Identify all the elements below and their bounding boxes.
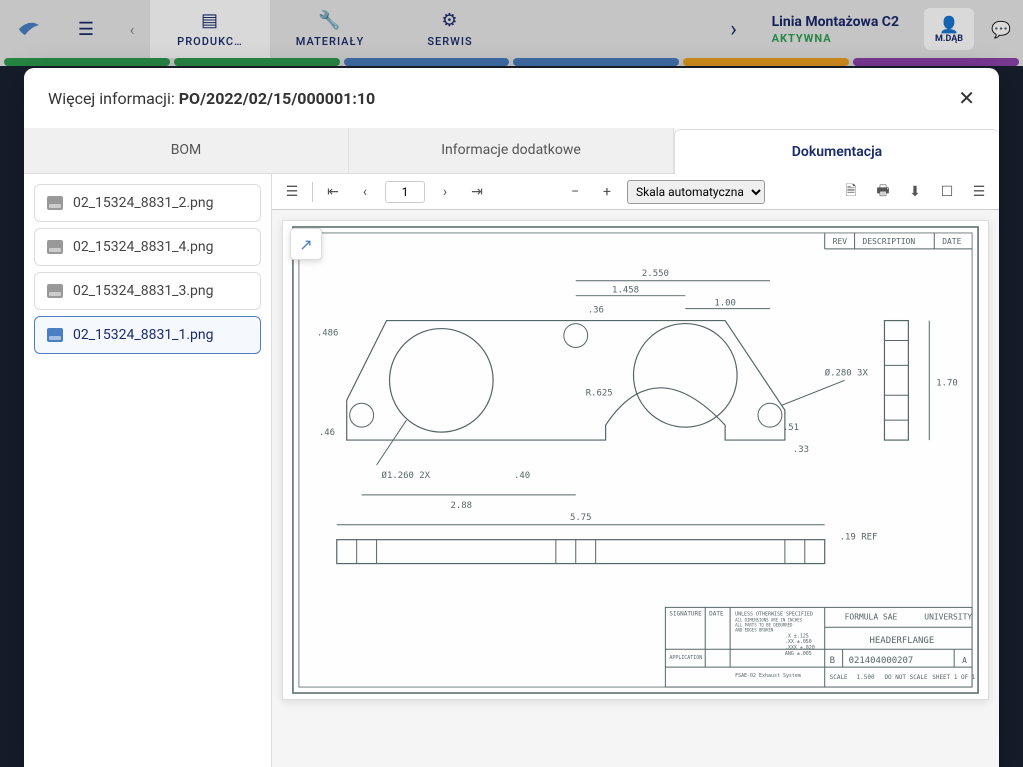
svg-text:FORMULA SAE: FORMULA SAE	[845, 612, 898, 621]
svg-text:ANG ±.005: ANG ±.005	[785, 651, 812, 657]
svg-text:SIGNATURE: SIGNATURE	[669, 610, 702, 617]
svg-text:REV: REV	[833, 237, 848, 246]
svg-text:.19 REF: .19 REF	[840, 533, 878, 543]
image-icon	[47, 196, 63, 210]
modal-tabs: BOM Informacje dodatkowe Dokumentacja	[24, 128, 999, 173]
svg-text:DATE: DATE	[942, 237, 961, 246]
svg-text:FSAE-02 Exhaust System: FSAE-02 Exhaust System	[735, 673, 801, 679]
download-icon[interactable]: ⬇	[903, 180, 927, 204]
svg-text:.40: .40	[514, 471, 530, 481]
file-item[interactable]: 02_15324_8831_2.png	[34, 184, 261, 222]
file-item[interactable]: 02_15324_8831_1.png	[34, 316, 261, 354]
bookmark-icon[interactable]: ☐	[935, 180, 959, 204]
more-tools-icon[interactable]: ☰	[967, 180, 991, 204]
page-number-input[interactable]	[385, 181, 425, 203]
modal-title: Więcej informacji: PO/2022/02/15/000001:…	[48, 89, 375, 108]
svg-text:.36: .36	[588, 306, 604, 316]
last-page-icon[interactable]: ⇥	[465, 180, 489, 204]
svg-text:.33: .33	[793, 445, 809, 455]
first-page-icon[interactable]: ⇤	[321, 180, 345, 204]
more-info-modal: Więcej informacji: PO/2022/02/15/000001:…	[24, 68, 999, 767]
svg-text:1.500: 1.500	[857, 674, 875, 681]
svg-text:.46: .46	[319, 428, 335, 438]
svg-text:DO NOT SCALE: DO NOT SCALE	[884, 674, 928, 681]
svg-text:R.625: R.625	[586, 388, 613, 398]
svg-text:1.00: 1.00	[714, 299, 736, 309]
svg-text:021404000207: 021404000207	[849, 656, 914, 666]
svg-text:DATE: DATE	[709, 610, 724, 617]
close-icon[interactable]: ✕	[958, 86, 975, 110]
zoom-select[interactable]: Skala automatyczna	[627, 180, 765, 204]
svg-text:HEADERFLANGE: HEADERFLANGE	[870, 636, 935, 646]
tab-info-dodatkowe[interactable]: Informacje dodatkowe	[349, 128, 674, 173]
file-item[interactable]: 02_15324_8831_3.png	[34, 272, 261, 310]
zoom-out-icon[interactable]: −	[563, 180, 587, 204]
svg-text:A: A	[962, 656, 967, 665]
tab-bom[interactable]: BOM	[24, 128, 349, 173]
next-page-icon[interactable]: ›	[433, 180, 457, 204]
file-item[interactable]: 02_15324_8831_4.png	[34, 228, 261, 266]
file-list: 02_15324_8831_2.png 02_15324_8831_4.png …	[24, 174, 272, 767]
viewer-toolbar: ☰ ⇤ ‹ › ⇥ − + Skala automatyczna 🗎 🖶 ⬇ ☐…	[272, 174, 999, 210]
file-name: 02_15324_8831_4.png	[73, 239, 214, 255]
svg-text:SHEET 1 OF 1: SHEET 1 OF 1	[932, 674, 976, 681]
image-icon	[47, 240, 63, 254]
svg-text:B: B	[830, 656, 835, 666]
open-external-icon[interactable]: ↗	[290, 228, 322, 260]
prev-page-icon[interactable]: ‹	[353, 180, 377, 204]
svg-text:AND EDGES BROKEN: AND EDGES BROKEN	[735, 627, 774, 632]
svg-text:UNIVERSITY: UNIVERSITY	[924, 612, 972, 621]
file-name: 02_15324_8831_2.png	[73, 195, 214, 211]
svg-text:APPLICATION: APPLICATION	[669, 655, 702, 661]
zoom-in-icon[interactable]: +	[595, 180, 619, 204]
svg-text:1.458: 1.458	[612, 286, 639, 296]
svg-text:2.88: 2.88	[450, 501, 472, 511]
svg-text:.51: .51	[783, 423, 799, 433]
engineering-drawing: REV DESCRIPTION DATE	[282, 220, 989, 700]
svg-text:.486: .486	[317, 329, 339, 339]
print-icon[interactable]: 🖶	[871, 180, 895, 204]
svg-text:2.550: 2.550	[642, 269, 669, 279]
svg-text:1.70: 1.70	[936, 378, 958, 388]
file-name: 02_15324_8831_1.png	[73, 327, 214, 343]
document-viewer: ☰ ⇤ ‹ › ⇥ − + Skala automatyczna 🗎 🖶 ⬇ ☐…	[272, 174, 999, 767]
svg-text:Ø.280 3X: Ø.280 3X	[825, 367, 869, 378]
svg-text:DESCRIPTION: DESCRIPTION	[863, 237, 916, 246]
tab-dokumentacja[interactable]: Dokumentacja	[674, 129, 999, 174]
viewer-canvas[interactable]: ↗ REV DESCRIPTION DATE	[272, 210, 999, 767]
image-icon	[47, 328, 63, 342]
open-file-icon[interactable]: 🗎	[839, 180, 863, 204]
svg-text:5.75: 5.75	[570, 513, 592, 523]
svg-text:SCALE: SCALE	[830, 674, 848, 681]
file-name: 02_15324_8831_3.png	[73, 283, 214, 299]
sidebar-toggle-icon[interactable]: ☰	[280, 180, 304, 204]
modal-header: Więcej informacji: PO/2022/02/15/000001:…	[24, 68, 999, 128]
image-icon	[47, 284, 63, 298]
svg-text:Ø1.260 2X: Ø1.260 2X	[382, 470, 431, 481]
